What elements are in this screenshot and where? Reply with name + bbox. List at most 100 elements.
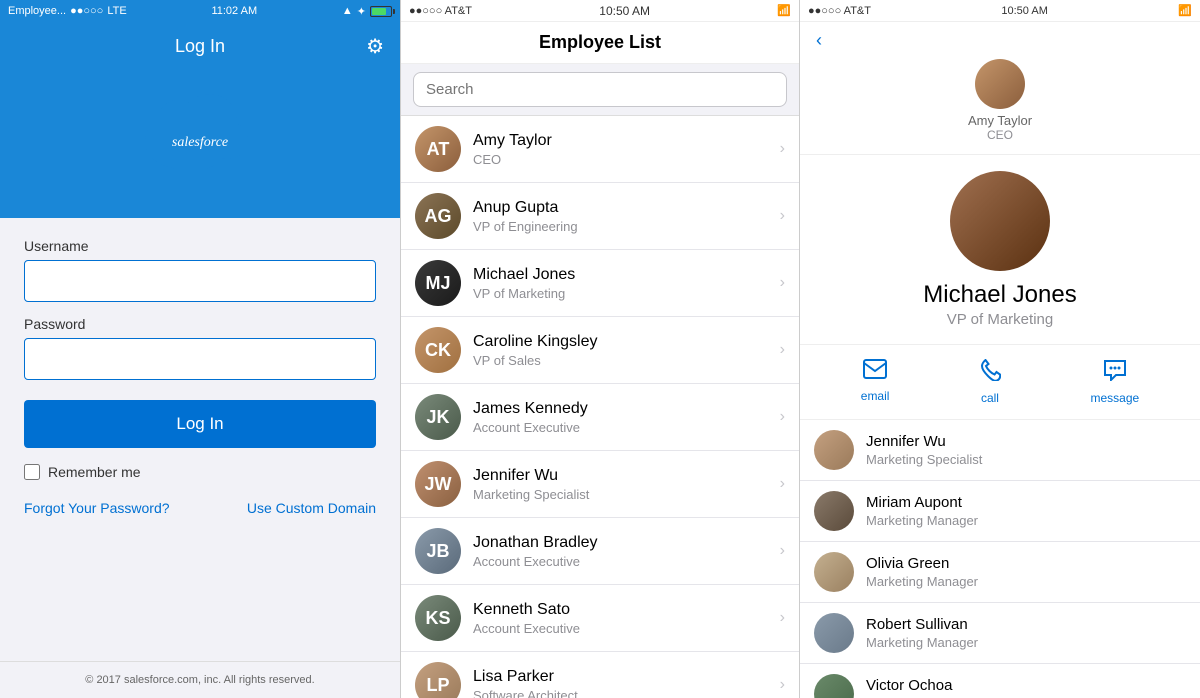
chevron-right-icon: › <box>780 274 785 292</box>
employee-job-title: VP of Engineering <box>473 219 768 234</box>
team-member-info: Jennifer Wu Marketing Specialist <box>866 433 982 467</box>
selected-name: Amy Taylor <box>968 113 1032 128</box>
team-list-item[interactable]: Jennifer Wu Marketing Specialist <box>800 420 1200 481</box>
employee-info: Jennifer Wu Marketing Specialist <box>473 467 768 502</box>
forgot-password-link[interactable]: Forgot Your Password? <box>24 500 170 516</box>
employee-list-header: Employee List <box>401 22 799 64</box>
email-label: email <box>861 389 890 403</box>
employee-job-title: Account Executive <box>473 554 768 569</box>
detail-header: ‹ <box>800 22 1200 51</box>
employee-avatar: CK <box>415 327 461 373</box>
wifi-icon: 📶 <box>777 5 791 17</box>
team-list-item[interactable]: Victor Ochoa Marketing Specialist <box>800 664 1200 698</box>
login-button[interactable]: Log In <box>24 400 376 448</box>
employee-list-item[interactable]: JK James Kennedy Account Executive › <box>401 384 799 451</box>
employee-list: AT Amy Taylor CEO › AG Anup Gupta VP of … <box>401 116 799 698</box>
employee-avatar: LP <box>415 662 461 698</box>
employee-list-item[interactable]: JB Jonathan Bradley Account Executive › <box>401 518 799 585</box>
status-right: ▲ ✦ <box>342 5 392 18</box>
list-status-bar: ●●○○○ AT&T 10:50 AM 📶 <box>401 0 799 22</box>
employee-name: Caroline Kingsley <box>473 333 768 351</box>
employee-list-item[interactable]: CK Caroline Kingsley VP of Sales › <box>401 317 799 384</box>
employee-list-item[interactable]: KS Kenneth Sato Account Executive › <box>401 585 799 652</box>
employee-avatar: KS <box>415 595 461 641</box>
employee-avatar: JB <box>415 528 461 574</box>
salesforce-logo-area: salesforce <box>0 74 400 218</box>
detail-status-right: 📶 <box>1178 4 1192 17</box>
password-input[interactable] <box>24 338 376 380</box>
custom-domain-link[interactable]: Use Custom Domain <box>247 500 376 516</box>
login-panel: Employee... ●●○○○ LTE 11:02 AM ▲ ✦ Log I… <box>0 0 400 698</box>
chevron-right-icon: › <box>780 475 785 493</box>
carrier-text: Employee... <box>8 5 66 17</box>
team-list-item[interactable]: Miriam Aupont Marketing Manager <box>800 481 1200 542</box>
battery-icon <box>370 6 392 17</box>
back-button[interactable]: ‹ <box>816 30 822 51</box>
team-avatar <box>814 674 854 698</box>
login-footer: © 2017 salesforce.com, inc. All rights r… <box>0 661 400 698</box>
gear-icon[interactable]: ⚙ <box>366 34 384 59</box>
employee-job-title: VP of Marketing <box>473 286 768 301</box>
list-status-right: 📶 <box>777 4 791 17</box>
employee-job-title: Account Executive <box>473 420 768 435</box>
login-form: Username Password Log In Remember me For… <box>0 218 400 661</box>
message-action-button[interactable]: message <box>1091 359 1140 405</box>
employee-name: Jonathan Bradley <box>473 534 768 552</box>
chevron-right-icon: › <box>780 207 785 225</box>
remember-checkbox[interactable] <box>24 464 40 480</box>
employee-list-item[interactable]: AT Amy Taylor CEO › <box>401 116 799 183</box>
list-time: 10:50 AM <box>599 4 650 18</box>
links-row: Forgot Your Password? Use Custom Domain <box>24 500 376 516</box>
call-action-button[interactable]: call <box>979 359 1001 405</box>
employee-name: Kenneth Sato <box>473 601 768 619</box>
employee-list-item[interactable]: AG Anup Gupta VP of Engineering › <box>401 183 799 250</box>
employee-name: James Kennedy <box>473 400 768 418</box>
detail-status-bar: ●●○○○ AT&T 10:50 AM 📶 <box>800 0 1200 22</box>
login-title: Log In <box>175 36 225 57</box>
employee-list-item[interactable]: JW Jennifer Wu Marketing Specialist › <box>401 451 799 518</box>
chevron-right-icon: › <box>780 676 785 694</box>
detail-wifi-icon: 📶 <box>1178 5 1192 17</box>
employee-name: Anup Gupta <box>473 199 768 217</box>
selected-avatar <box>975 59 1025 109</box>
employee-info: Caroline Kingsley VP of Sales <box>473 333 768 368</box>
login-status-bar: Employee... ●●○○○ LTE 11:02 AM ▲ ✦ <box>0 0 400 22</box>
team-list-item[interactable]: Robert Sullivan Marketing Manager <box>800 603 1200 664</box>
team-list-item[interactable]: Olivia Green Marketing Manager <box>800 542 1200 603</box>
employee-name: Jennifer Wu <box>473 467 768 485</box>
call-label: call <box>981 391 999 405</box>
employee-avatar: MJ <box>415 260 461 306</box>
team-member-role: Marketing Specialist <box>866 452 982 467</box>
employee-name: Amy Taylor <box>473 132 768 150</box>
bluetooth-icon: ✦ <box>357 5 366 18</box>
search-bar <box>413 72 787 107</box>
employee-name: Lisa Parker <box>473 668 768 686</box>
location-icon: ▲ <box>342 5 353 17</box>
action-row: email call message <box>800 345 1200 420</box>
employee-avatar: JK <box>415 394 461 440</box>
team-member-info: Miriam Aupont Marketing Manager <box>866 494 978 528</box>
detail-time: 10:50 AM <box>1001 5 1047 17</box>
remember-row: Remember me <box>24 464 376 480</box>
username-input[interactable] <box>24 260 376 302</box>
status-time: 11:02 AM <box>211 5 257 17</box>
employee-avatar: JW <box>415 461 461 507</box>
contact-name: Michael Jones <box>923 281 1076 309</box>
email-icon <box>863 359 887 385</box>
search-input[interactable] <box>426 81 774 98</box>
message-label: message <box>1091 391 1140 405</box>
team-member-info: Olivia Green Marketing Manager <box>866 555 978 589</box>
lte-badge: LTE <box>107 5 126 17</box>
status-left: Employee... ●●○○○ LTE <box>8 5 127 17</box>
team-avatar <box>814 552 854 592</box>
employee-info: James Kennedy Account Executive <box>473 400 768 435</box>
email-action-button[interactable]: email <box>861 359 890 405</box>
employee-list-item[interactable]: MJ Michael Jones VP of Marketing › <box>401 250 799 317</box>
svg-text:salesforce: salesforce <box>172 135 228 150</box>
employee-job-title: CEO <box>473 152 768 167</box>
main-avatar <box>950 171 1050 271</box>
employee-info: Kenneth Sato Account Executive <box>473 601 768 636</box>
employee-list-item[interactable]: LP Lisa Parker Software Architect › <box>401 652 799 698</box>
chevron-right-icon: › <box>780 408 785 426</box>
salesforce-logo: salesforce <box>120 94 280 194</box>
